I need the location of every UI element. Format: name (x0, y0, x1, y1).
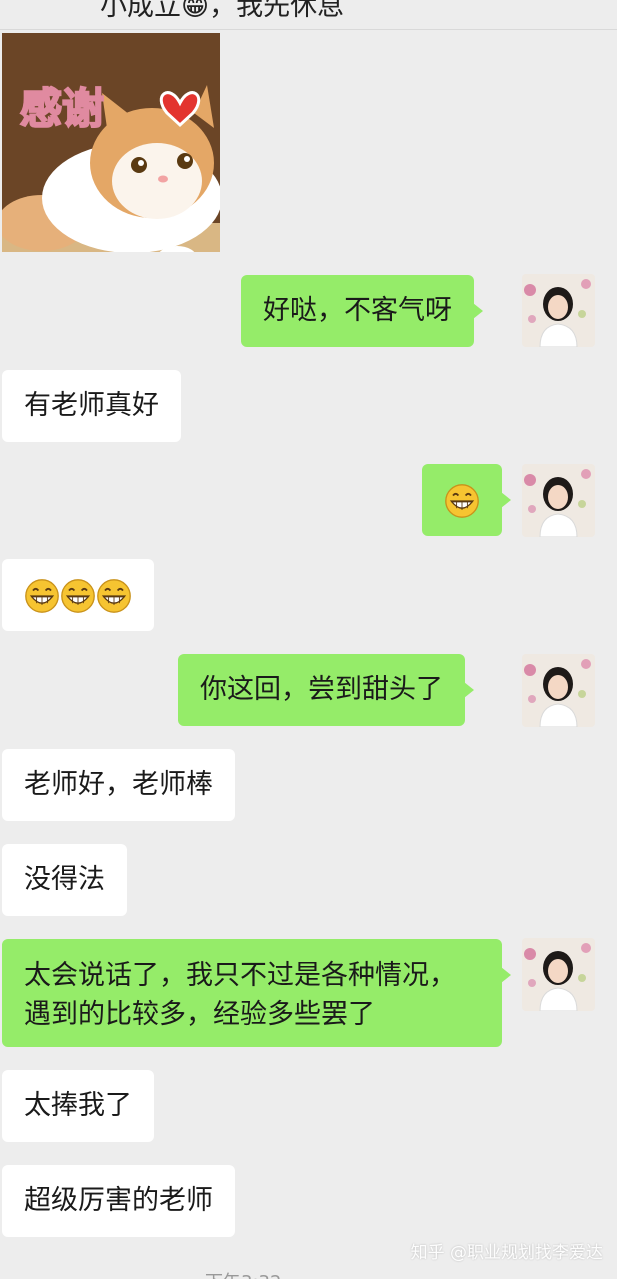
outgoing-message-bubble[interactable]: 你这回，尝到甜头了 (178, 654, 474, 726)
teacher-avatar-image (522, 938, 595, 1011)
teacher-avatar[interactable] (522, 274, 595, 347)
teacher-avatar-image (522, 274, 595, 347)
grin-emoji-icon (444, 483, 480, 519)
teacher-avatar-image (522, 464, 595, 537)
outgoing-emoji-bubble[interactable] (422, 464, 511, 536)
incoming-message-bubble[interactable]: 有老师真好 (2, 370, 181, 442)
teacher-avatar[interactable] (522, 464, 595, 537)
outgoing-message-bubble[interactable]: 好哒，不客气呀 (241, 275, 483, 347)
incoming-message-bubble[interactable]: 超级厉害的老师 (2, 1165, 235, 1237)
previous-message-text: 小成立😁，我先休息 (100, 0, 345, 22)
grin-emoji-icon (96, 578, 132, 614)
sticker-caption: 感谢 (20, 84, 104, 133)
timestamp-fragment: 下午3:32 (205, 1268, 281, 1279)
teacher-avatar[interactable] (522, 938, 595, 1011)
cat-sticker-image: 感谢 (2, 33, 220, 252)
grin-emoji-icon (60, 578, 96, 614)
incoming-emoji-bubble[interactable] (2, 559, 154, 631)
thank-you-cat-sticker[interactable]: 感谢 (2, 33, 220, 252)
incoming-message-bubble[interactable]: 太捧我了 (2, 1070, 154, 1142)
outgoing-message-bubble[interactable]: 太会说话了，我只不过是各种情况，遇到的比较多，经验多些罢了 (2, 939, 511, 1047)
incoming-message-bubble[interactable]: 没得法 (2, 844, 127, 916)
grin-emoji-icon (24, 578, 60, 614)
zhihu-watermark: 知乎 @职业规划找李爱达 (410, 1243, 603, 1263)
teacher-avatar-image (522, 654, 595, 727)
teacher-avatar[interactable] (522, 654, 595, 727)
previous-message-fragment: 小成立😁，我先休息 (0, 0, 617, 30)
incoming-message-bubble[interactable]: 老师好，老师棒 (2, 749, 235, 821)
